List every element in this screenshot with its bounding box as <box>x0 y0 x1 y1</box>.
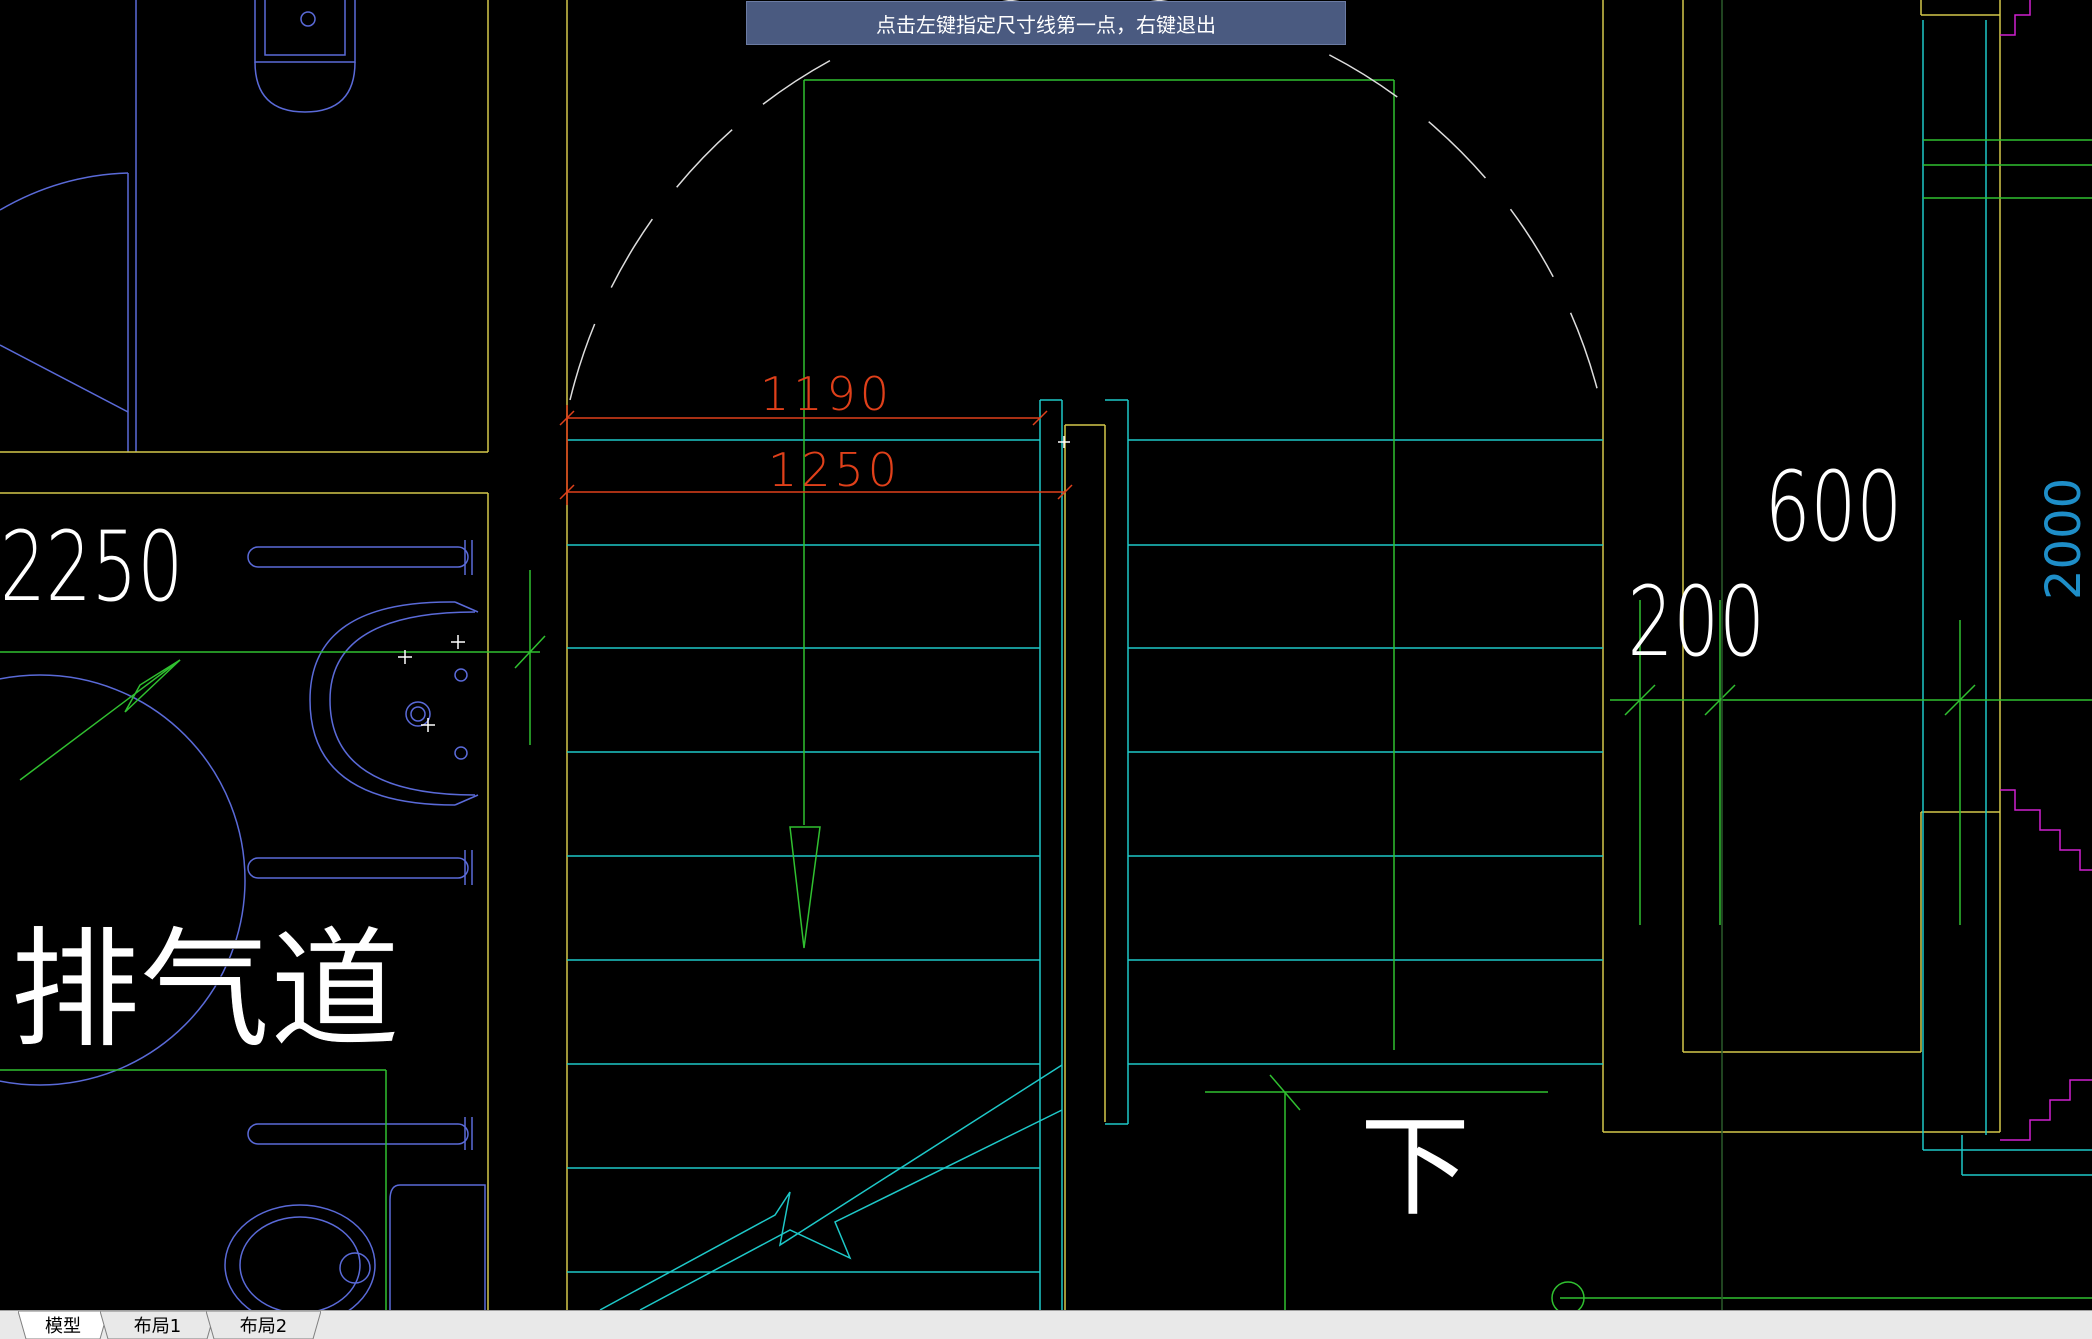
tab-model[interactable]: 模型 <box>18 1311 108 1339</box>
cad-drawing: 2000 1190 1250 2250 600 200 排气道 下 <box>0 0 2092 1310</box>
tab-layout1[interactable]: 布局1 <box>100 1311 215 1339</box>
bathroom-fixtures <box>0 0 486 1310</box>
dim-text-600: 600 <box>1765 452 1902 564</box>
tab-layout2[interactable]: 布局2 <box>206 1311 321 1339</box>
snap-markers <box>398 436 1070 732</box>
drawing-canvas[interactable]: 2000 1190 1250 2250 600 200 排气道 下 点击左键指定… <box>0 0 2092 1310</box>
label-exhaust-duct: 排气道 <box>10 914 400 1066</box>
door-swing-arc <box>569 0 1601 401</box>
dim-text-200: 200 <box>1628 567 1765 679</box>
right-edge-text: 2000 <box>2036 478 2092 600</box>
dim-text-2250: 2250 <box>0 512 183 624</box>
tab-layout1-label: 布局1 <box>133 1316 182 1337</box>
stair-treads <box>567 20 2092 1310</box>
dim-text-1190: 1190 <box>760 367 893 421</box>
dim-text-1250: 1250 <box>768 443 901 497</box>
layout-tab-bar: 模型 布局1 布局2 <box>0 1310 2092 1339</box>
tab-layout2-label: 布局2 <box>239 1316 288 1337</box>
command-prompt: 点击左键指定尺寸线第一点，右键退出 <box>746 1 1346 45</box>
label-down: 下 <box>1360 1103 1470 1231</box>
green-guides <box>0 0 2092 1310</box>
tab-model-label: 模型 <box>45 1316 81 1337</box>
